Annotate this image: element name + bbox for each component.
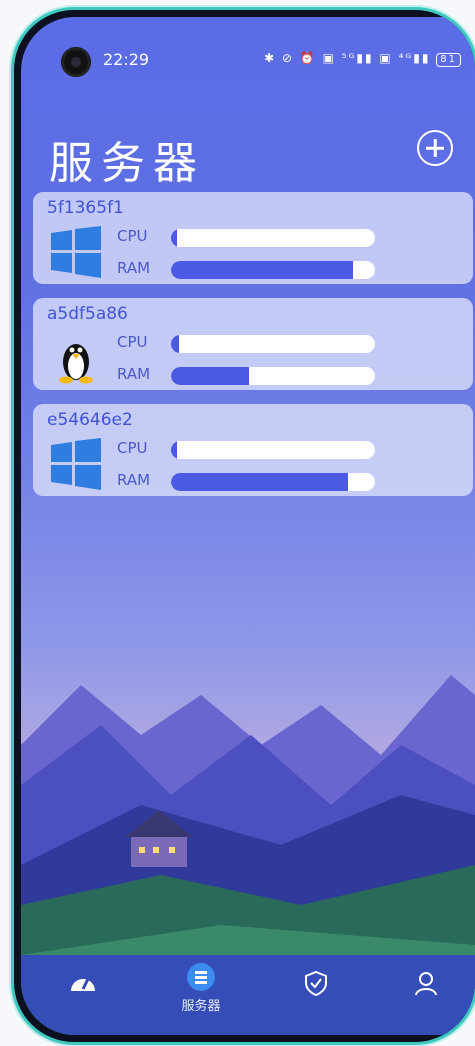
status-indicator-icons: ✱ ⊘ ⏰ ▣ ⁵ᴳ▮▮ ▣ ⁴ᴳ▮▮ <box>264 51 431 65</box>
ram-bar <box>171 261 375 279</box>
front-camera <box>61 47 91 77</box>
server-name: a5df5a86 <box>47 304 128 324</box>
tab-security[interactable] <box>286 969 346 1001</box>
ram-bar-fill <box>171 473 349 491</box>
cpu-bar-fill <box>171 335 180 353</box>
server-card[interactable]: a5df5a86 CPU RAM <box>33 298 473 390</box>
windows-icon <box>51 226 101 278</box>
battery-icon: 81 <box>436 53 461 67</box>
ram-bar-fill <box>171 367 249 385</box>
cpu-bar-fill <box>171 441 178 459</box>
server-name: 5f1365f1 <box>47 198 124 218</box>
windows-icon <box>51 438 101 490</box>
tab-servers[interactable]: 服务器 <box>171 963 231 1014</box>
linux-tux-icon <box>59 344 93 384</box>
ram-bar <box>171 367 375 385</box>
add-server-button[interactable] <box>417 130 453 166</box>
ram-bar-fill <box>171 261 353 279</box>
server-icon <box>187 963 215 991</box>
ram-label: RAM <box>117 471 151 489</box>
page-title: 服务器 <box>49 138 205 189</box>
server-card[interactable]: e54646e2 CPU RAM <box>33 404 473 496</box>
cpu-label: CPU <box>117 333 148 351</box>
status-icons: ✱ ⊘ ⏰ ▣ ⁵ᴳ▮▮ ▣ ⁴ᴳ▮▮ 81 <box>264 51 461 67</box>
shield-check-icon <box>305 970 327 997</box>
server-name: e54646e2 <box>47 410 133 430</box>
dashboard-icon <box>71 978 95 991</box>
ram-bar <box>171 473 375 491</box>
user-icon <box>415 972 437 996</box>
cpu-bar <box>171 335 375 353</box>
cpu-label: CPU <box>117 439 148 457</box>
ram-label: RAM <box>117 365 151 383</box>
ram-label: RAM <box>117 259 151 277</box>
tab-servers-label: 服务器 <box>181 999 221 1014</box>
cpu-bar <box>171 229 375 247</box>
app-screen: 22:29 ✱ ⊘ ⏰ ▣ ⁵ᴳ▮▮ ▣ ⁴ᴳ▮▮ 81 服务器 5f1365f… <box>21 17 475 1035</box>
status-time: 22:29 <box>103 50 150 69</box>
tab-dashboard[interactable] <box>53 969 113 999</box>
server-card[interactable]: 5f1365f1 CPU RAM <box>33 192 473 284</box>
cpu-label: CPU <box>117 227 148 245</box>
cpu-bar-fill <box>171 229 178 247</box>
phone-frame: 22:29 ✱ ⊘ ⏰ ▣ ⁵ᴳ▮▮ ▣ ⁴ᴳ▮▮ 81 服务器 5f1365f… <box>14 10 475 1042</box>
tab-profile[interactable] <box>396 969 456 1001</box>
cpu-bar <box>171 441 375 459</box>
bottom-tab-bar: 服务器 <box>21 955 475 1035</box>
